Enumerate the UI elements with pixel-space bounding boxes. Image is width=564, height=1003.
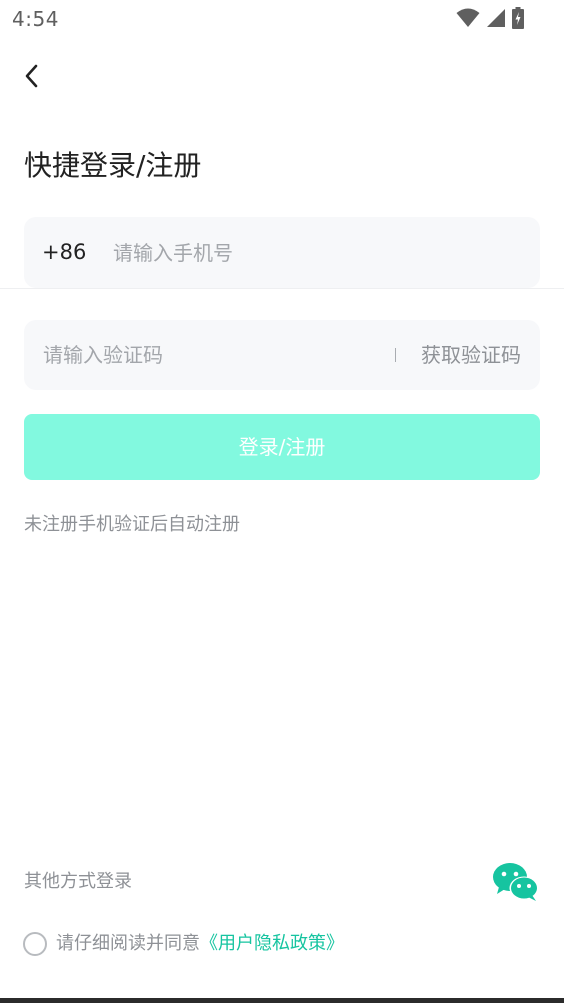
login-screen: 4:54 快捷登录/注册 +86 请输入手机号 请输入验证码 获取验证码 登录/…: [0, 0, 564, 1003]
code-divider: [395, 348, 396, 362]
chevron-left-icon: [25, 64, 38, 88]
verification-code-input[interactable]: [43, 320, 383, 390]
wifi-icon: [456, 8, 480, 28]
cellular-signal-icon: [486, 8, 506, 28]
back-button[interactable]: [14, 58, 50, 94]
get-code-button[interactable]: 获取验证码: [421, 320, 521, 390]
privacy-policy-link[interactable]: 《用户隐私政策》: [200, 932, 344, 956]
country-code[interactable]: +86: [42, 217, 86, 288]
agreement-row: 请仔细阅读并同意 《用户隐私政策》: [23, 931, 344, 957]
field-separator: [0, 288, 564, 289]
status-icons: [456, 7, 524, 29]
phone-input[interactable]: [113, 217, 513, 288]
page-title: 快捷登录/注册: [24, 149, 202, 182]
wechat-icon: [493, 863, 539, 901]
phone-field: +86: [24, 217, 540, 288]
auto-register-hint: 未注册手机验证后自动注册: [24, 514, 240, 535]
other-login-label: 其他方式登录: [24, 871, 132, 892]
battery-charging-icon: [512, 7, 524, 29]
verification-code-field: 获取验证码: [24, 320, 540, 390]
wechat-login-button[interactable]: [492, 862, 540, 902]
navigation-bar: [0, 998, 564, 1003]
login-register-button[interactable]: 登录/注册: [24, 414, 540, 480]
agreement-checkbox[interactable]: [23, 932, 47, 956]
status-bar: 4:54: [0, 0, 564, 38]
status-time: 4:54: [12, 7, 59, 31]
agreement-text: 请仔细阅读并同意: [56, 933, 200, 954]
